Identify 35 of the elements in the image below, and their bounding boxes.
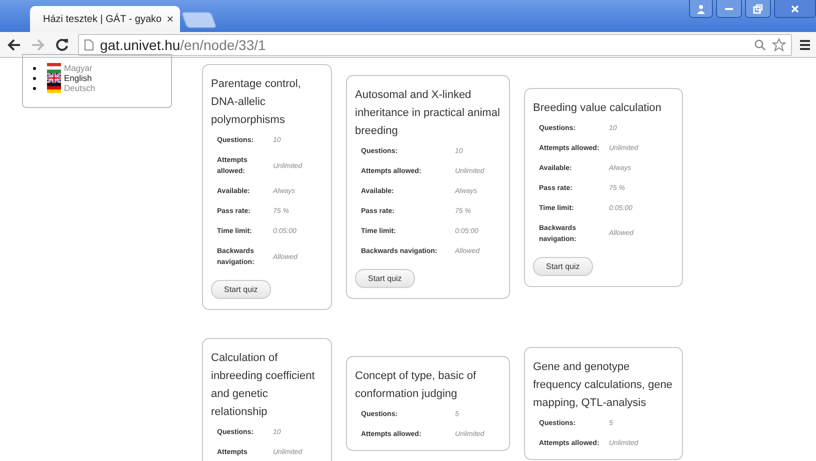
star-icon[interactable] (772, 38, 786, 52)
back-button[interactable] (6, 36, 22, 52)
close-icon (790, 4, 800, 14)
person-icon (696, 4, 706, 14)
reload-button[interactable] (54, 36, 70, 52)
search-icon[interactable] (754, 38, 766, 50)
quiz-title: Parentage control, DNA-allelic polymorphisms (211, 77, 302, 128)
minimize-button[interactable] (716, 0, 742, 18)
tab-title: Házi tesztek | GÁT - gyako (43, 14, 162, 24)
quiz-title: Autosomal and X-linked inheritance in practical animal breeding (355, 88, 501, 139)
quiz-title: Concept of type, basic of conformation judging (355, 369, 478, 402)
start-quiz-button[interactable]: Start quiz (355, 269, 415, 288)
browser-tab[interactable]: Házi tesztek | GÁT - gyako × (30, 6, 180, 32)
quiz-title: Calculation of inbreeding coefficient and genetic relationship (211, 351, 316, 420)
tab-close-button[interactable]: × (166, 12, 174, 26)
flag-icon (47, 63, 61, 73)
flag-icon (47, 73, 61, 83)
user-button[interactable] (689, 0, 713, 18)
restore-button[interactable] (745, 0, 771, 18)
page-icon (84, 38, 94, 50)
minimize-icon (725, 8, 733, 10)
restore-icon (753, 4, 763, 14)
start-quiz-button[interactable]: Start quiz (211, 280, 271, 299)
menu-icon[interactable] (800, 38, 810, 50)
url-host: gat.univet.hu (100, 36, 180, 52)
flag-icon (47, 83, 61, 93)
start-quiz-button[interactable]: Start quiz (533, 256, 593, 276)
url-path: /en/node/33/1 (180, 36, 266, 52)
new-tab-button[interactable] (181, 12, 217, 28)
language-link[interactable]: Deutsch (33, 83, 171, 93)
address-bar[interactable]: gat.univet.hu/en/node/33/1 (78, 34, 792, 56)
quiz-title: Gene and genotype frequency calculations, gene mapping, QTL-analysis (533, 360, 674, 411)
quiz-title: Breeding value calculation (533, 100, 662, 116)
close-button[interactable] (774, 0, 816, 18)
language-link[interactable]: Magyar (33, 63, 171, 73)
